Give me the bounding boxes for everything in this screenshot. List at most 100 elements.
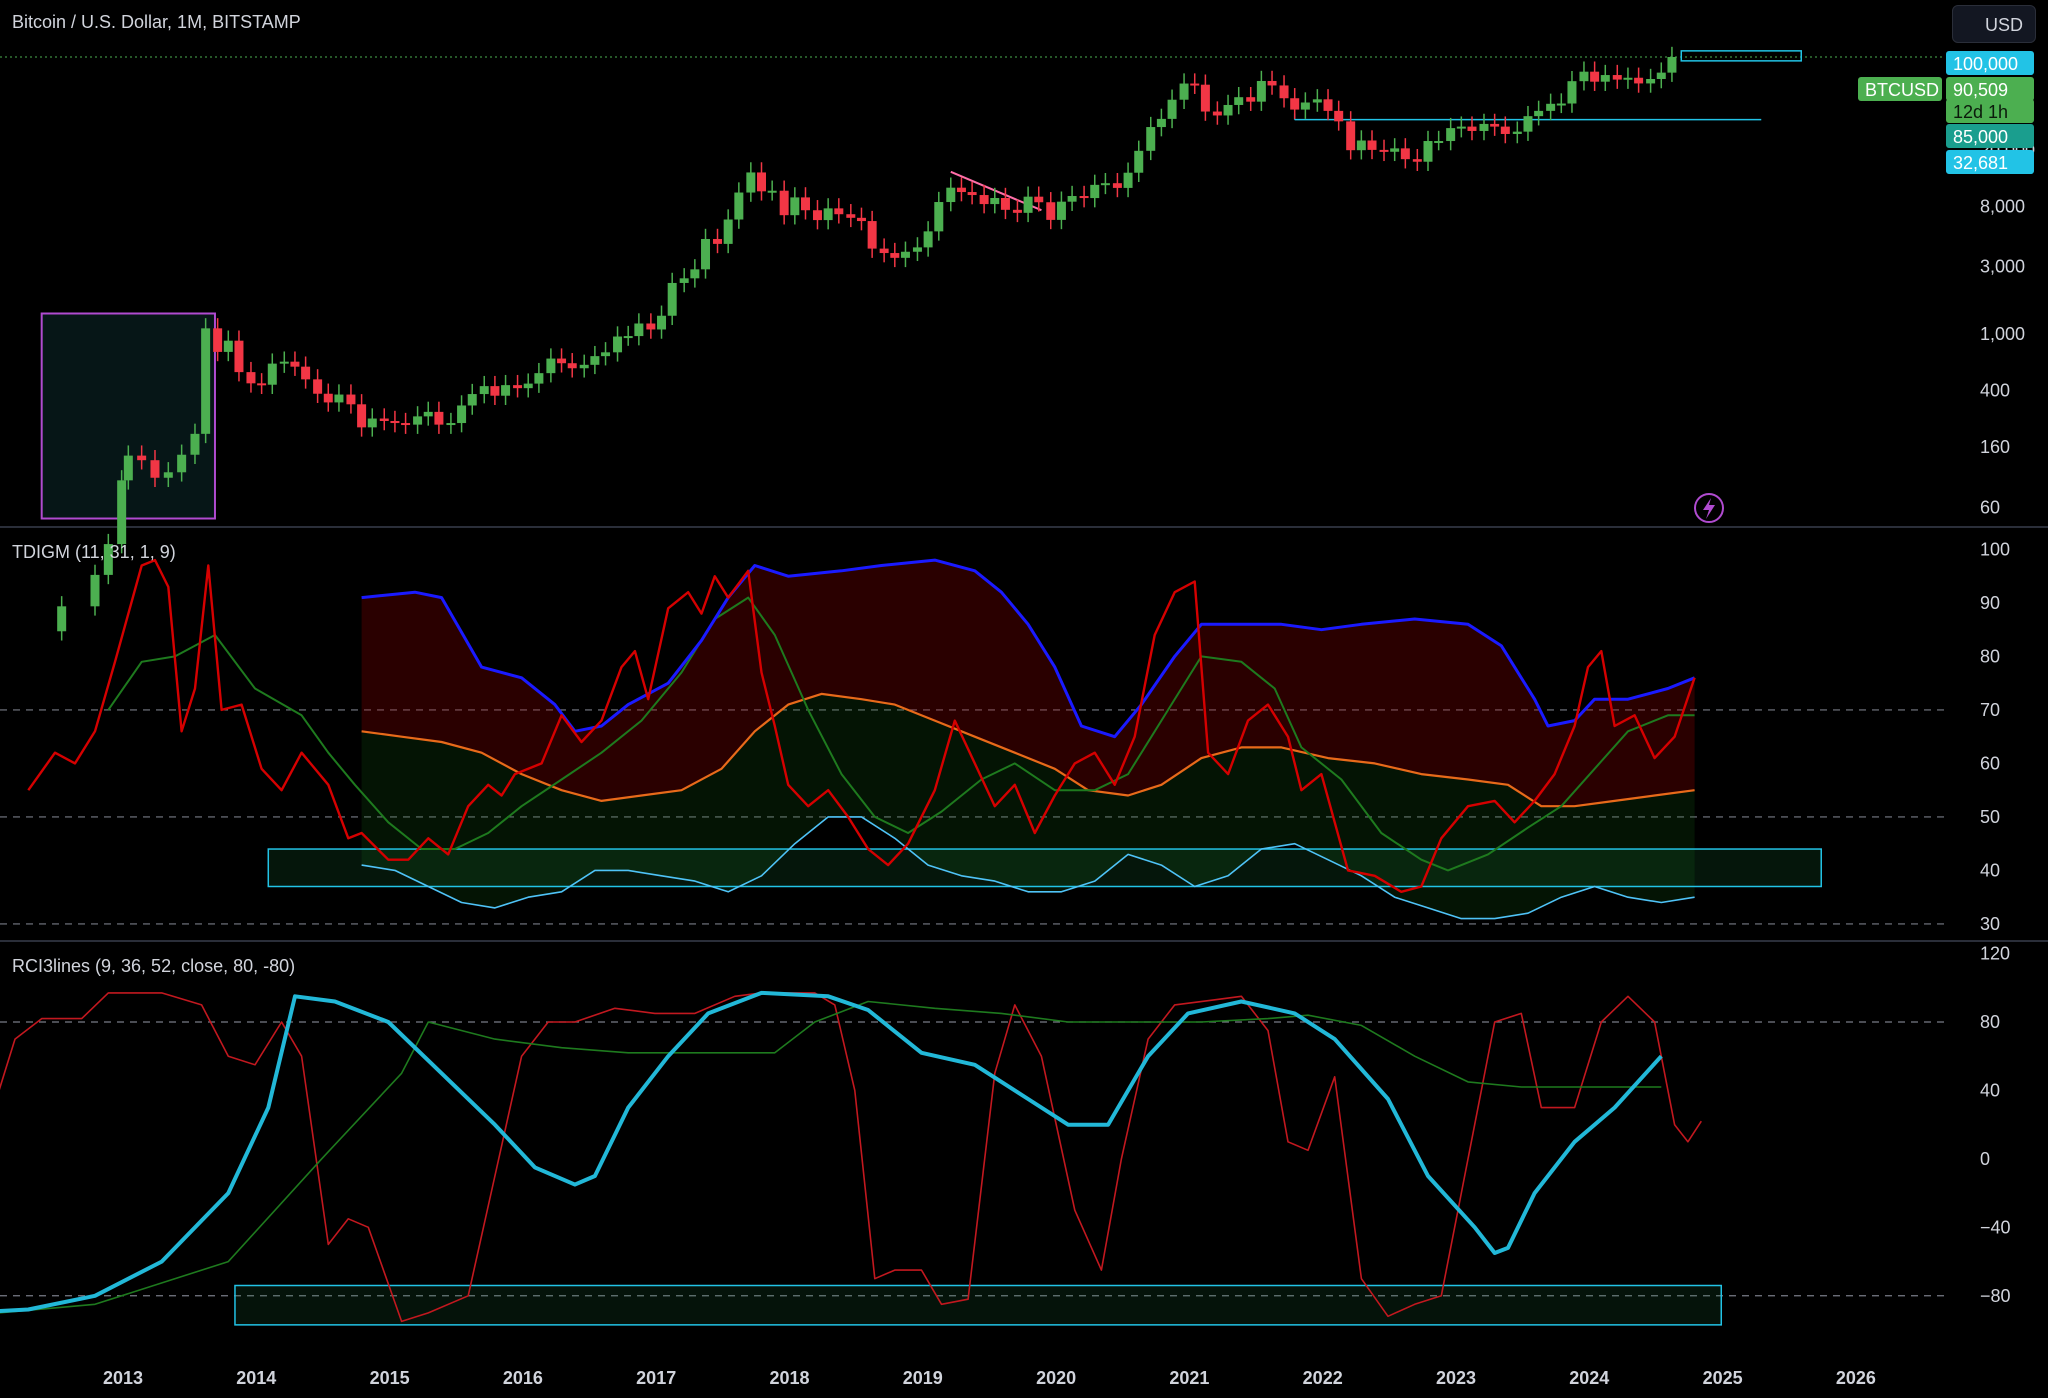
candle: [490, 386, 499, 396]
candle: [1246, 97, 1255, 101]
candle: [177, 455, 186, 473]
candle: [1234, 97, 1243, 105]
candle: [1180, 84, 1189, 100]
chart-canvas[interactable]: 601604001,0003,0008,00020,000100,000BTCU…: [0, 0, 2048, 1398]
candle: [968, 192, 977, 195]
tdigm-pane: [0, 560, 1945, 924]
candle: [768, 191, 777, 193]
candle: [1146, 127, 1155, 151]
price-tag: BTCUSD: [1858, 77, 1942, 101]
candle: [1213, 112, 1222, 116]
candle: [857, 218, 866, 221]
candle: [890, 253, 899, 258]
candle: [824, 208, 833, 220]
candle: [480, 386, 489, 394]
candle: [790, 197, 799, 215]
price-tag: 32,681: [1946, 150, 2034, 174]
candle: [1257, 81, 1266, 102]
time-axis-tick: 2017: [636, 1368, 676, 1388]
candle: [634, 323, 643, 336]
price-tag: 90,509: [1946, 77, 2034, 101]
candle: [1457, 127, 1466, 129]
candle: [724, 220, 733, 244]
candles: [57, 47, 1676, 641]
candle: [390, 421, 399, 423]
rci-pane-title: RCI3lines (9, 36, 52, close, 80, -80): [12, 956, 295, 977]
time-axis-tick: 2021: [1169, 1368, 1209, 1388]
time-axis-tick: 2022: [1303, 1368, 1343, 1388]
candle: [1346, 121, 1355, 150]
candle: [280, 362, 289, 364]
candle: [1068, 196, 1077, 202]
candle: [934, 202, 943, 231]
candle: [124, 456, 133, 481]
candle: [546, 359, 555, 374]
candle: [524, 384, 533, 389]
rci-axis-tick: 0: [1980, 1149, 1990, 1169]
candle: [1357, 140, 1366, 150]
candle: [301, 367, 310, 380]
candle: [1390, 148, 1399, 151]
candle: [1623, 78, 1632, 80]
candle: [290, 362, 299, 367]
candle: [117, 480, 126, 544]
candle: [368, 419, 377, 428]
time-axis-tick: 2024: [1569, 1368, 1609, 1388]
currency-button[interactable]: USD: [1952, 5, 2036, 43]
rci-axis-tick: 40: [1980, 1080, 2000, 1100]
candle: [1490, 124, 1499, 127]
candle: [1534, 111, 1543, 116]
tdigm-axis-tick: 70: [1980, 700, 2000, 720]
candle: [334, 395, 343, 403]
price-tag-label: 100,000: [1953, 54, 2018, 74]
candle: [1313, 99, 1322, 102]
candle: [1157, 119, 1166, 127]
candle: [1080, 196, 1089, 198]
time-axis-tick: 2015: [370, 1368, 410, 1388]
rci-oversold-box: [235, 1286, 1721, 1325]
price-axis-tick: 160: [1980, 437, 2010, 457]
candle: [913, 247, 922, 251]
candle: [1280, 85, 1289, 98]
candle: [680, 278, 689, 283]
candle: [91, 575, 100, 606]
candle: [580, 365, 589, 368]
candle: [513, 385, 522, 388]
candle: [746, 172, 755, 192]
candle: [501, 385, 510, 396]
tdigm-axis-tick: 90: [1980, 593, 2000, 613]
candle: [457, 405, 466, 423]
price-axis-tick: 60: [1980, 497, 2000, 517]
candle: [1124, 173, 1133, 188]
candle: [246, 372, 255, 383]
candle: [213, 328, 222, 352]
candle: [601, 352, 610, 356]
candle: [801, 197, 810, 210]
candle: [1324, 99, 1333, 111]
time-axis-tick: 2026: [1836, 1368, 1876, 1388]
price-tag: 12d 1h: [1946, 99, 2034, 123]
price-axis-tick: 8,000: [1980, 196, 2025, 216]
candle: [757, 172, 766, 191]
candle: [880, 249, 889, 253]
candle: [1380, 150, 1389, 152]
candle: [1646, 79, 1655, 83]
candle: [1601, 75, 1610, 82]
candle: [1557, 104, 1566, 106]
candle: [164, 472, 173, 477]
rci-mid-line: [0, 1002, 1661, 1317]
tdigm-axis-tick: 40: [1980, 860, 2000, 880]
price-tag: 85,000: [1946, 124, 2034, 148]
candle: [1401, 148, 1410, 159]
candle: [657, 316, 666, 330]
candle: [224, 341, 233, 352]
candle: [57, 606, 66, 631]
candle: [1523, 116, 1532, 131]
price-tag-label: 32,681: [1953, 153, 2008, 173]
candle: [868, 221, 877, 249]
candle: [557, 359, 566, 364]
lightning-icon: [1695, 494, 1723, 522]
candle: [1301, 103, 1310, 110]
candle: [1446, 128, 1455, 141]
time-axis-tick: 2020: [1036, 1368, 1076, 1388]
